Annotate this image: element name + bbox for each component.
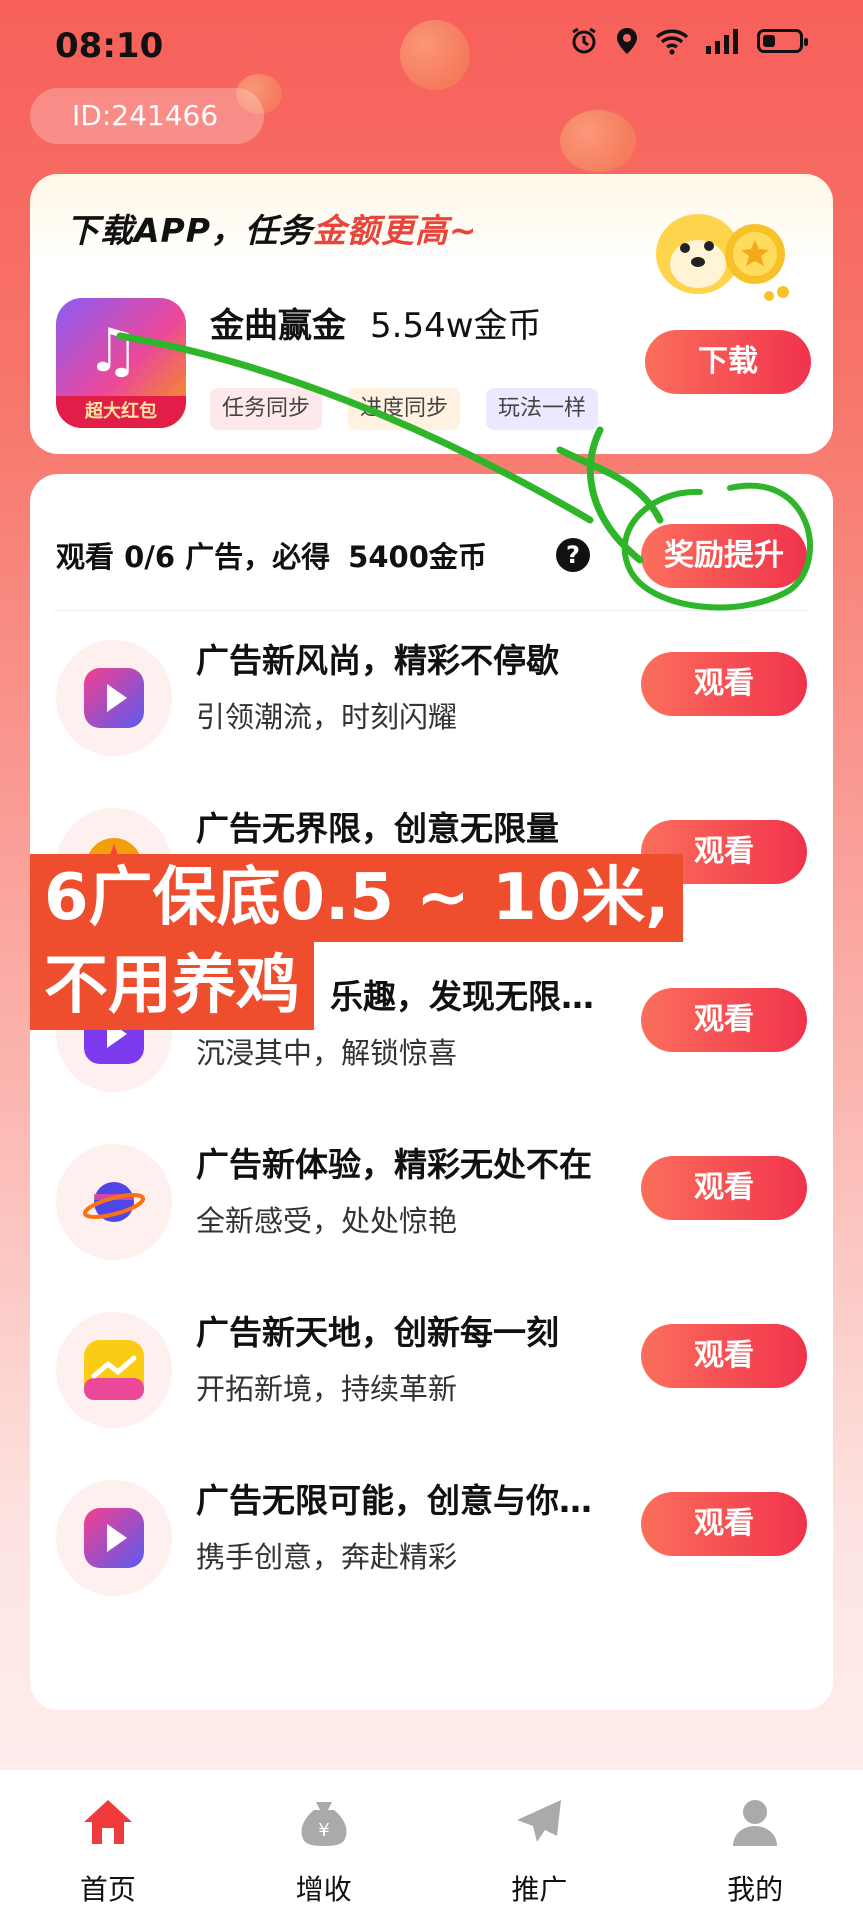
tag-same-gameplay: 玩法一样 — [486, 388, 599, 430]
chart-icon — [84, 1340, 144, 1400]
promo-title-highlight: 金额更高~ — [312, 211, 478, 250]
promo-title-prefix: 下载APP，任务 — [66, 211, 313, 250]
watch-button[interactable]: 观看 — [641, 1156, 807, 1220]
bottom-nav: 首页 ¥ 增收 推广 我的 — [0, 1770, 863, 1920]
ad-task-subtitle: 引领潮流，时刻闪耀 — [196, 700, 458, 734]
watch-button[interactable]: 观看 — [641, 1324, 807, 1388]
svg-text:¥: ¥ — [318, 1820, 329, 1841]
home-icon — [83, 1800, 132, 1844]
ad-task-title: 广告无界限，创意无限量 — [196, 809, 559, 848]
user-id-badge: ID:241466 — [30, 88, 264, 144]
nav-earn[interactable]: ¥ 增收 — [216, 1770, 432, 1920]
nav-label: 增收 — [295, 1873, 352, 1906]
ad-icon-bg — [56, 1312, 172, 1428]
ad-task-row: 广告新风尚，精彩不停歇 引领潮流，时刻闪耀 观看 — [30, 630, 833, 790]
app-icon[interactable]: ♫ 超大红包 — [56, 298, 186, 428]
divider — [54, 610, 809, 611]
download-button[interactable]: 下载 — [645, 330, 811, 394]
nav-label: 我的 — [727, 1873, 784, 1906]
app-name: 金曲赢金 — [210, 306, 346, 346]
status-time: 08:10 — [55, 26, 164, 66]
user-icon — [733, 1800, 778, 1846]
money-bag-icon: ¥ — [301, 1802, 347, 1846]
music-note-icon: ♫ — [86, 316, 140, 386]
ad-task-row: 广告无限可能，创意与你… 携手创意，奔赴精彩 观看 — [30, 1470, 833, 1630]
signal-icon — [706, 29, 738, 54]
ad-icon-bg — [56, 640, 172, 756]
reward-boost-button[interactable]: 奖励提升 — [641, 524, 807, 588]
location-icon — [617, 28, 637, 54]
help-icon[interactable]: ? — [556, 538, 590, 572]
ad-task-row: 广告新天地，创新每一刻 开拓新境，持续革新 观看 — [30, 1302, 833, 1462]
status-icons — [569, 26, 808, 56]
nav-home[interactable]: 首页 — [0, 1770, 216, 1920]
nav-mine[interactable]: 我的 — [647, 1770, 863, 1920]
watch-button[interactable]: 观看 — [641, 1492, 807, 1556]
ad-icon-bg — [56, 1480, 172, 1596]
play-icon — [84, 668, 144, 728]
coin-decoration — [400, 20, 470, 90]
overlay-caption: 6广保底0.5 ~ 10米, 不用养鸡 — [30, 854, 780, 1030]
battery-icon — [757, 29, 808, 53]
task-reward-amount: 5400金币 — [348, 540, 487, 574]
promo-title: 下载APP，任务金额更高~ — [66, 204, 478, 252]
ad-task-subtitle: 携手创意，奔赴精彩 — [196, 1540, 458, 1574]
ad-task-subtitle: 沉浸其中，解锁惊喜 — [196, 1036, 458, 1070]
tag-progress-sync: 进度同步 — [348, 388, 461, 430]
ad-task-subtitle: 全新感受，处处惊艳 — [196, 1204, 458, 1238]
nav-promote[interactable]: 推广 — [432, 1770, 648, 1920]
watch-button[interactable]: 观看 — [641, 652, 807, 716]
task-progress-text: 观看 0/6 广告，必得 — [56, 540, 331, 574]
play-icon — [84, 1508, 144, 1568]
dog-mascot-icon — [656, 214, 789, 301]
coin-decoration — [560, 110, 636, 172]
overlay-caption-line-2: 不用养鸡 — [30, 942, 314, 1030]
ad-task-subtitle: 开拓新境，持续革新 — [196, 1372, 458, 1406]
nav-label: 首页 — [79, 1873, 136, 1906]
tag-task-sync: 任务同步 — [210, 388, 323, 430]
nav-label: 推广 — [511, 1873, 568, 1906]
planet-icon — [82, 1182, 146, 1222]
ad-task-row: 广告新体验，精彩无处不在 全新感受，处处惊艳 观看 — [30, 1134, 833, 1294]
download-app-card: 下载APP，任务金额更高~ ♫ 超大红包 金曲赢金 5.54w金币 任务同步 进… — [30, 174, 833, 454]
wifi-icon — [655, 29, 689, 55]
paper-plane-icon — [517, 1800, 562, 1842]
ad-task-title: 广告新风尚，精彩不停歇 — [196, 641, 559, 680]
alarm-icon — [572, 27, 596, 54]
ad-task-title: 广告新天地，创新每一刻 — [196, 1313, 559, 1352]
overlay-caption-line-1: 6广保底0.5 ~ 10米, — [30, 854, 684, 942]
ad-task-card: 观看 0/6 广告，必得 5400金币 ? 奖励提升 广告新风尚，精彩不停歇 引领… — [30, 474, 833, 1710]
ad-task-title: 广告无限可能，创意与你… — [196, 1481, 592, 1520]
app-badge: 超大红包 — [56, 396, 186, 428]
ad-icon-bg — [56, 1144, 172, 1260]
task-summary: 观看 0/6 广告，必得 5400金币 — [56, 534, 487, 576]
app-coin-reward: 5.54w金币 — [370, 306, 542, 346]
ad-task-title: 广告新体验，精彩无处不在 — [196, 1145, 592, 1184]
